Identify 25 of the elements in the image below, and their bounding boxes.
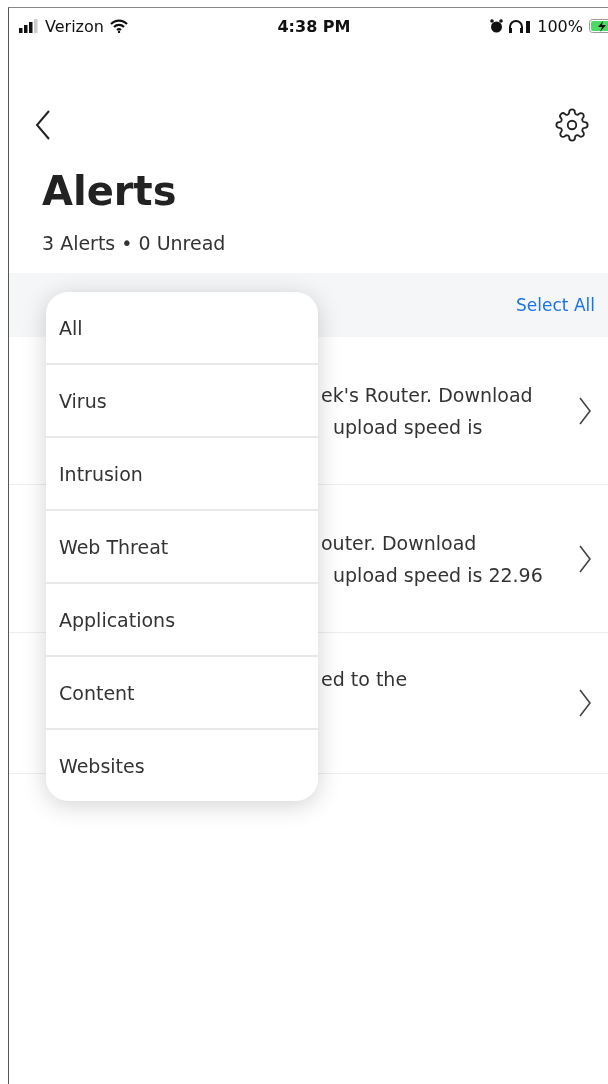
filter-option[interactable]: Intrusion	[46, 436, 318, 509]
back-icon[interactable]	[35, 109, 51, 141]
filter-option[interactable]: Web Threat	[46, 509, 318, 582]
status-time: 4:38 PM	[277, 16, 351, 36]
filter-option[interactable]: Websites	[46, 728, 318, 801]
filter-option[interactable]: All	[46, 292, 318, 363]
battery-percent: 100%	[537, 16, 583, 36]
alert-count: 3 Alerts • 0 Unread	[42, 232, 227, 254]
chevron-right-icon	[579, 544, 591, 573]
alert-text: ed to the	[321, 667, 408, 692]
filter-option[interactable]: Virus	[46, 363, 318, 436]
wifi-icon	[109, 19, 128, 33]
settings-icon[interactable]	[555, 108, 589, 142]
filter-option[interactable]: Applications	[46, 582, 318, 655]
alert-text: outer. Download upload speed is 22.96	[321, 530, 543, 588]
chevron-right-icon	[579, 396, 591, 425]
page-title: Alerts	[42, 168, 178, 214]
filter-option[interactable]: Content	[46, 655, 318, 728]
carrier-name: Verizon	[45, 16, 104, 36]
signal-icon	[19, 19, 39, 33]
select-all-button[interactable]: Select All	[516, 295, 595, 315]
alarm-clock-icon	[490, 19, 504, 33]
headphones-icon	[509, 19, 532, 33]
alert-text: ek's Router. Download upload speed is	[321, 382, 533, 440]
chevron-right-icon	[579, 689, 591, 717]
